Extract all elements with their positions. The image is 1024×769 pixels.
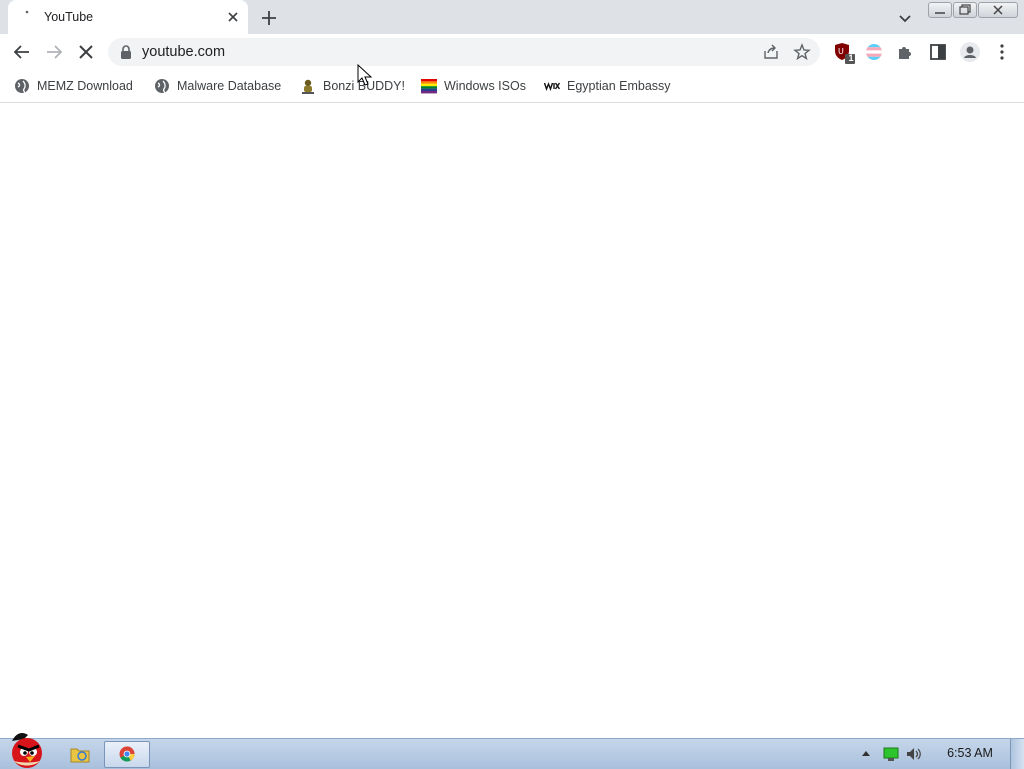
- start-button-angry-bird-icon[interactable]: [2, 731, 50, 769]
- bookmark-windows-isos[interactable]: Windows ISOs: [421, 76, 526, 96]
- taskbar: 6:53 AM: [0, 733, 1024, 769]
- stop-loading-icon[interactable]: [74, 40, 98, 64]
- bookmark-star-icon[interactable]: [793, 43, 811, 61]
- bookmark-malware-database[interactable]: Malware Database: [154, 76, 281, 96]
- rainbow-flag-icon: [421, 78, 437, 94]
- taskbar-chrome-button[interactable]: [104, 741, 150, 768]
- trans-flag-extension-icon[interactable]: [862, 40, 886, 64]
- volume-speaker-icon[interactable]: [905, 745, 923, 763]
- globe-icon: [154, 78, 170, 94]
- back-arrow-icon[interactable]: [10, 40, 34, 64]
- bookmark-label: MEMZ Download: [37, 79, 133, 93]
- ublock-shield-icon[interactable]: U 1: [832, 40, 856, 64]
- profile-avatar-icon[interactable]: [958, 40, 982, 64]
- page-content-area[interactable]: [0, 103, 1024, 738]
- tab-youtube[interactable]: YouTube: [8, 0, 248, 34]
- bookmarks-bar: MEMZ Download Malware Database Bonzi BUD…: [0, 70, 1024, 103]
- mouse-cursor-icon: [357, 64, 373, 88]
- bookmark-label: Windows ISOs: [444, 79, 526, 93]
- forward-arrow-icon[interactable]: [42, 40, 66, 64]
- globe-icon: [14, 78, 30, 94]
- address-bar[interactable]: youtube.com: [108, 38, 820, 66]
- new-tab-button[interactable]: [258, 7, 280, 29]
- url-text[interactable]: youtube.com: [142, 44, 225, 60]
- restore-button[interactable]: [953, 2, 977, 18]
- more-menu-icon[interactable]: [990, 40, 1014, 64]
- chrome-icon: [119, 746, 135, 762]
- share-icon[interactable]: [762, 43, 780, 61]
- tab-search-chevron-icon[interactable]: [894, 7, 916, 29]
- close-tab-icon[interactable]: [224, 8, 242, 26]
- bookmark-label: Egyptian Embassy: [567, 79, 671, 93]
- taskbar-clock[interactable]: 6:53 AM: [932, 746, 1008, 760]
- minimize-button[interactable]: [928, 2, 952, 18]
- show-desktop-button[interactable]: [1010, 739, 1024, 769]
- network-icon[interactable]: [882, 746, 900, 762]
- svg-text:U: U: [838, 47, 844, 56]
- tab-title: YouTube: [44, 10, 94, 24]
- bookmark-memz-download[interactable]: MEMZ Download: [14, 76, 133, 96]
- extensions-puzzle-icon[interactable]: [894, 40, 918, 64]
- bookmark-label: Malware Database: [177, 79, 282, 93]
- lock-icon[interactable]: [120, 45, 132, 59]
- bookmark-egyptian-embassy[interactable]: Egyptian Embassy: [544, 76, 671, 96]
- loading-dot-icon: [24, 9, 40, 25]
- browser-toolbar: youtube.com U 1: [0, 34, 1024, 70]
- show-hidden-icons-arrow-icon[interactable]: [860, 748, 872, 760]
- extension-badge: 1: [848, 53, 854, 63]
- tab-strip: YouTube: [0, 0, 1024, 34]
- close-window-button[interactable]: [978, 2, 1018, 18]
- explorer-folder-icon[interactable]: [70, 745, 90, 763]
- bonzi-icon: [300, 78, 316, 94]
- wix-icon: [544, 78, 560, 94]
- bookmark-bonzi-buddy[interactable]: Bonzi BUDDY!: [300, 76, 405, 96]
- side-panel-icon[interactable]: [926, 40, 950, 64]
